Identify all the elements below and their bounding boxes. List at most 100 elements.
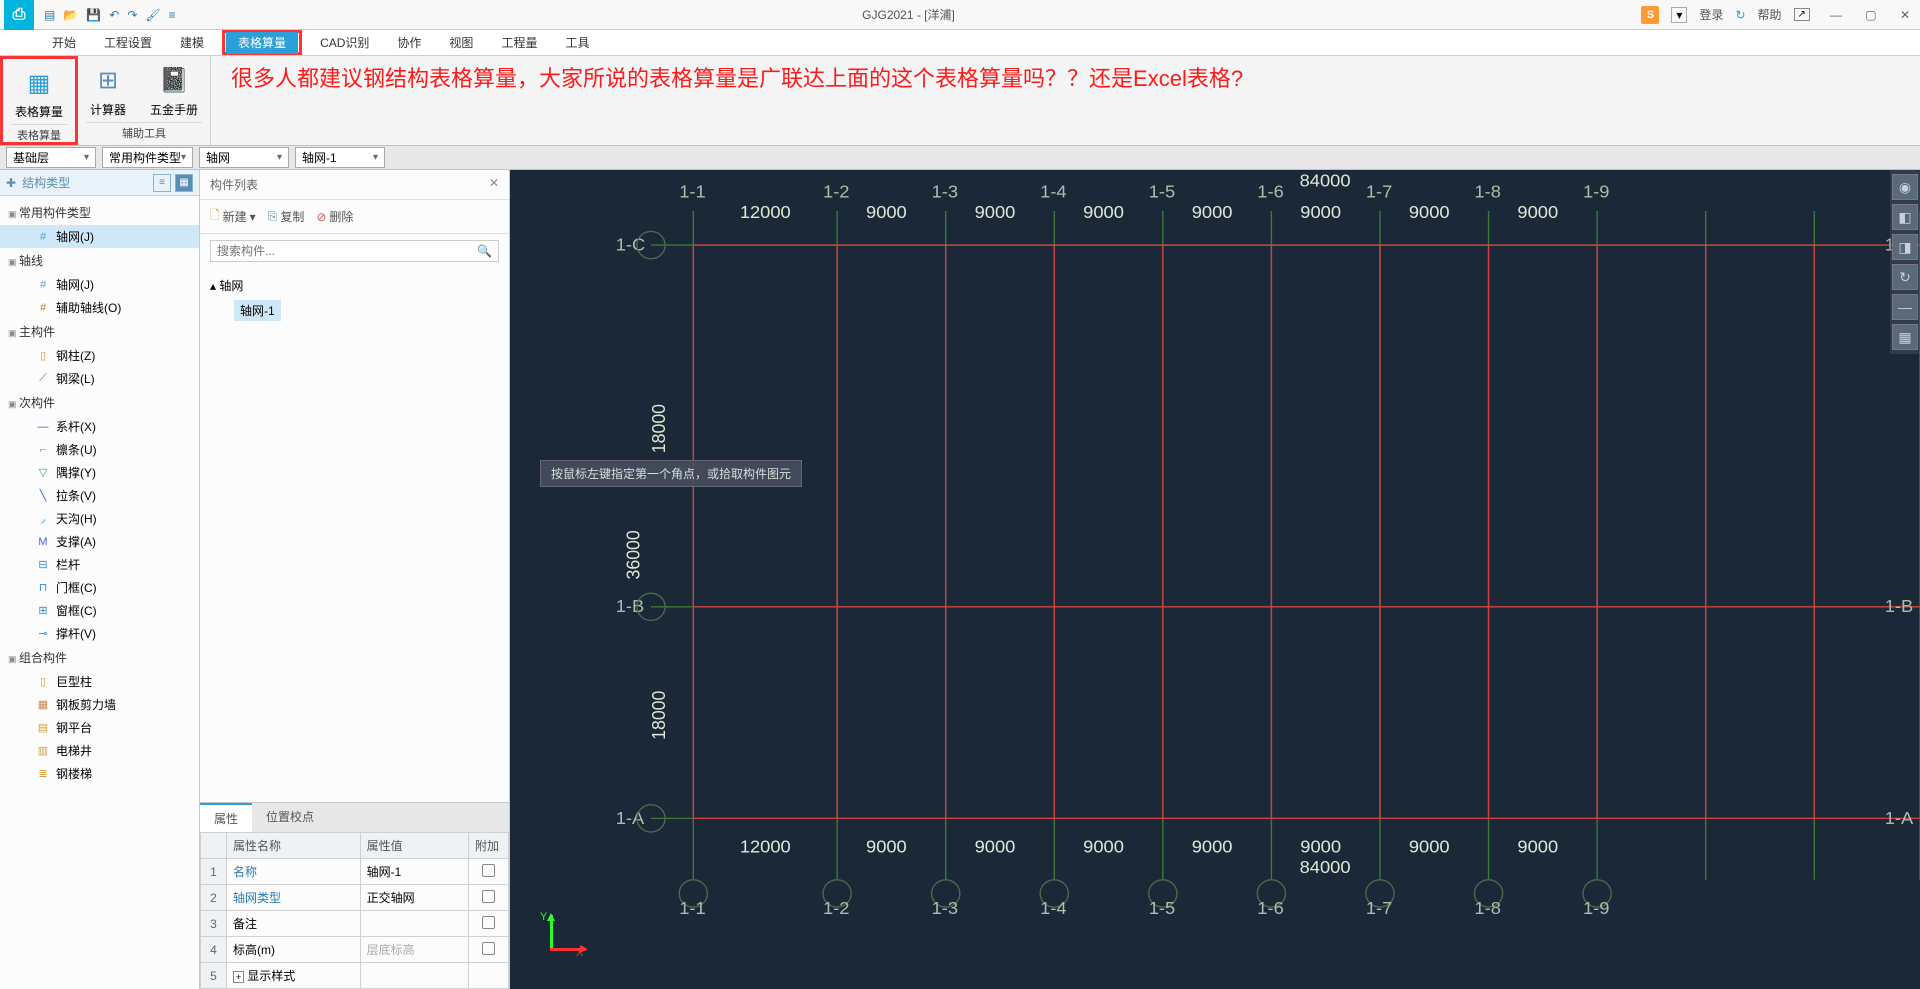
close-icon[interactable]: ✕ [1890, 8, 1920, 22]
tree-item[interactable]: ⊸撑杆(V) [0, 622, 199, 645]
dropdown-small[interactable]: ▾ [1671, 7, 1687, 23]
table-row[interactable]: 3 备注 [201, 911, 509, 937]
new-button[interactable]: 🗋新建 ▾ [210, 206, 256, 227]
element-dropdown[interactable]: 轴网 [199, 147, 289, 168]
tree-item[interactable]: #轴网(J) [0, 225, 199, 248]
help-link[interactable]: 帮助 [1758, 6, 1782, 23]
table-calc-label: 表格算量 [15, 103, 63, 120]
card-view-icon[interactable]: ▦ [175, 174, 193, 192]
search-icon[interactable]: 🔍 [477, 244, 492, 258]
handbook-button[interactable]: 📓 五金手册 [146, 61, 202, 122]
grid-icon[interactable]: ▦ [1892, 324, 1918, 350]
svg-text:9000: 9000 [1517, 202, 1558, 222]
redo-icon[interactable]: ↷ [127, 8, 137, 22]
new-icon[interactable]: ▤ [44, 8, 55, 22]
tree-item[interactable]: —系杆(X) [0, 415, 199, 438]
tree-item[interactable]: ≣钢楼梯 [0, 762, 199, 785]
search-box[interactable]: 🔍 [210, 240, 499, 262]
tree-item[interactable]: ⟋钢梁(L) [0, 367, 199, 390]
refresh-icon[interactable]: ↻ [1892, 264, 1918, 290]
cube-icon[interactable]: ◧ [1892, 204, 1918, 230]
floor-dropdown[interactable]: 基础层 [6, 147, 96, 168]
tree-item[interactable]: ▥电梯井 [0, 739, 199, 762]
cube2-icon[interactable]: ◨ [1892, 234, 1918, 260]
tree-item[interactable]: ⊞窗框(C) [0, 599, 199, 622]
pin-icon[interactable]: ✚ [6, 176, 16, 190]
menu-quantity[interactable]: 工程量 [489, 30, 549, 55]
component-list-panel: 构件列表 ✕ 🗋新建 ▾ ⎘复制 ⊘删除 🔍 ▴ 轴网 轴网-1 属性 位置校点 [200, 170, 510, 989]
component-tree[interactable]: 常用构件类型#轴网(J)轴线#轴网(J)#辅助轴线(O)主构件▯钢柱(Z)⟋钢梁… [0, 196, 199, 989]
delete-button[interactable]: ⊘删除 [316, 206, 353, 227]
table-row[interactable]: 1 名称 轴网-1 [201, 859, 509, 885]
s-badge-icon[interactable]: S [1641, 6, 1659, 24]
component-list-header: 构件列表 ✕ [200, 170, 509, 200]
table-row[interactable]: 5 +显示样式 [201, 963, 509, 989]
person-icon[interactable]: ↻ [1735, 8, 1745, 22]
table-row[interactable]: 4 标高(m) 层底标高 [201, 937, 509, 963]
tree-category[interactable]: 常用构件类型 [0, 200, 199, 225]
list-view-icon[interactable]: ≡ [153, 174, 171, 192]
component-instance-tree[interactable]: ▴ 轴网 轴网-1 [200, 268, 509, 802]
menu-collab[interactable]: 协作 [385, 30, 433, 55]
tree-child[interactable]: 轴网-1 [210, 297, 499, 324]
undo-icon[interactable]: ↶ [109, 8, 119, 22]
tree-item[interactable]: ╲拉条(V) [0, 484, 199, 507]
drawing-canvas[interactable]: 1-11-11-21-21-31-31-41-41-51-51-61-61-71… [510, 170, 1920, 989]
dash-icon[interactable]: — [1892, 294, 1918, 320]
tree-item[interactable]: ⊟栏杆 [0, 553, 199, 576]
svg-text:1-C: 1-C [616, 235, 645, 255]
group1-label: 表格算量 [11, 124, 67, 143]
align-icon[interactable]: ≡ [169, 8, 176, 22]
calculator-button[interactable]: ⊞ 计算器 [86, 61, 130, 122]
tree-item-label: 檩条(U) [56, 441, 97, 458]
tree-item[interactable]: M支撑(A) [0, 530, 199, 553]
tab-properties[interactable]: 属性 [200, 803, 252, 832]
tree-item[interactable]: #辅助轴线(O) [0, 296, 199, 319]
login-link[interactable]: 登录 [1699, 6, 1723, 23]
tree-item[interactable]: ▽隅撑(Y) [0, 461, 199, 484]
component-type-dropdown[interactable]: 常用构件类型 [102, 147, 193, 168]
menu-tools[interactable]: 工具 [553, 30, 601, 55]
svg-text:1-2: 1-2 [823, 182, 849, 202]
table-calc-button[interactable]: ▦ 表格算量 [11, 63, 67, 124]
item-icon: ⟋ [36, 372, 50, 386]
open-icon[interactable]: 📂 [63, 8, 78, 22]
item-icon: # [36, 278, 50, 292]
tree-category[interactable]: 主构件 [0, 319, 199, 344]
tree-item[interactable]: ◞天沟(H) [0, 507, 199, 530]
menu-view[interactable]: 视图 [437, 30, 485, 55]
tree-item[interactable]: ⊓门框(C) [0, 576, 199, 599]
menu-start[interactable]: 开始 [40, 30, 88, 55]
panel-close-icon[interactable]: ✕ [489, 176, 499, 193]
menu-project-settings[interactable]: 工程设置 [92, 30, 164, 55]
tree-category[interactable]: 组合构件 [0, 645, 199, 670]
item-icon: ◞ [36, 512, 50, 526]
tree-item[interactable]: ▯巨型柱 [0, 670, 199, 693]
copy-button[interactable]: ⎘复制 [268, 206, 305, 227]
minimize-icon[interactable]: — [1820, 8, 1852, 22]
instance-dropdown[interactable]: 轴网-1 [295, 147, 385, 168]
tab-position[interactable]: 位置校点 [252, 803, 328, 832]
tree-item[interactable]: ▯钢柱(Z) [0, 344, 199, 367]
external-icon[interactable]: ↗ [1794, 8, 1810, 21]
tree-item-label: 栏杆 [56, 556, 80, 573]
tree-item[interactable]: #轴网(J) [0, 273, 199, 296]
view-3d-icon[interactable]: ◉ [1892, 174, 1918, 200]
tree-item-label: 轴网(J) [56, 228, 94, 245]
table-row[interactable]: 2 轴网类型 正交轴网 [201, 885, 509, 911]
menu-table-calc[interactable]: 表格算量 [226, 32, 298, 54]
tree-category[interactable]: 次构件 [0, 390, 199, 415]
tree-root[interactable]: ▴ 轴网 [210, 274, 499, 297]
tree-item[interactable]: ▦钢板剪力墙 [0, 693, 199, 716]
svg-text:9000: 9000 [1300, 202, 1341, 222]
tree-category[interactable]: 轴线 [0, 248, 199, 273]
maximize-icon[interactable]: ▢ [1855, 8, 1886, 22]
tree-item[interactable]: ⌐檩条(U) [0, 438, 199, 461]
menu-cad[interactable]: CAD识别 [308, 30, 381, 55]
save-icon[interactable]: 💾 [86, 8, 101, 22]
item-icon: # [36, 301, 50, 315]
menu-modeling[interactable]: 建模 [168, 30, 216, 55]
tree-item[interactable]: ▤钢平台 [0, 716, 199, 739]
search-input[interactable] [217, 244, 477, 258]
paint-icon[interactable]: 🖌 [145, 8, 160, 22]
